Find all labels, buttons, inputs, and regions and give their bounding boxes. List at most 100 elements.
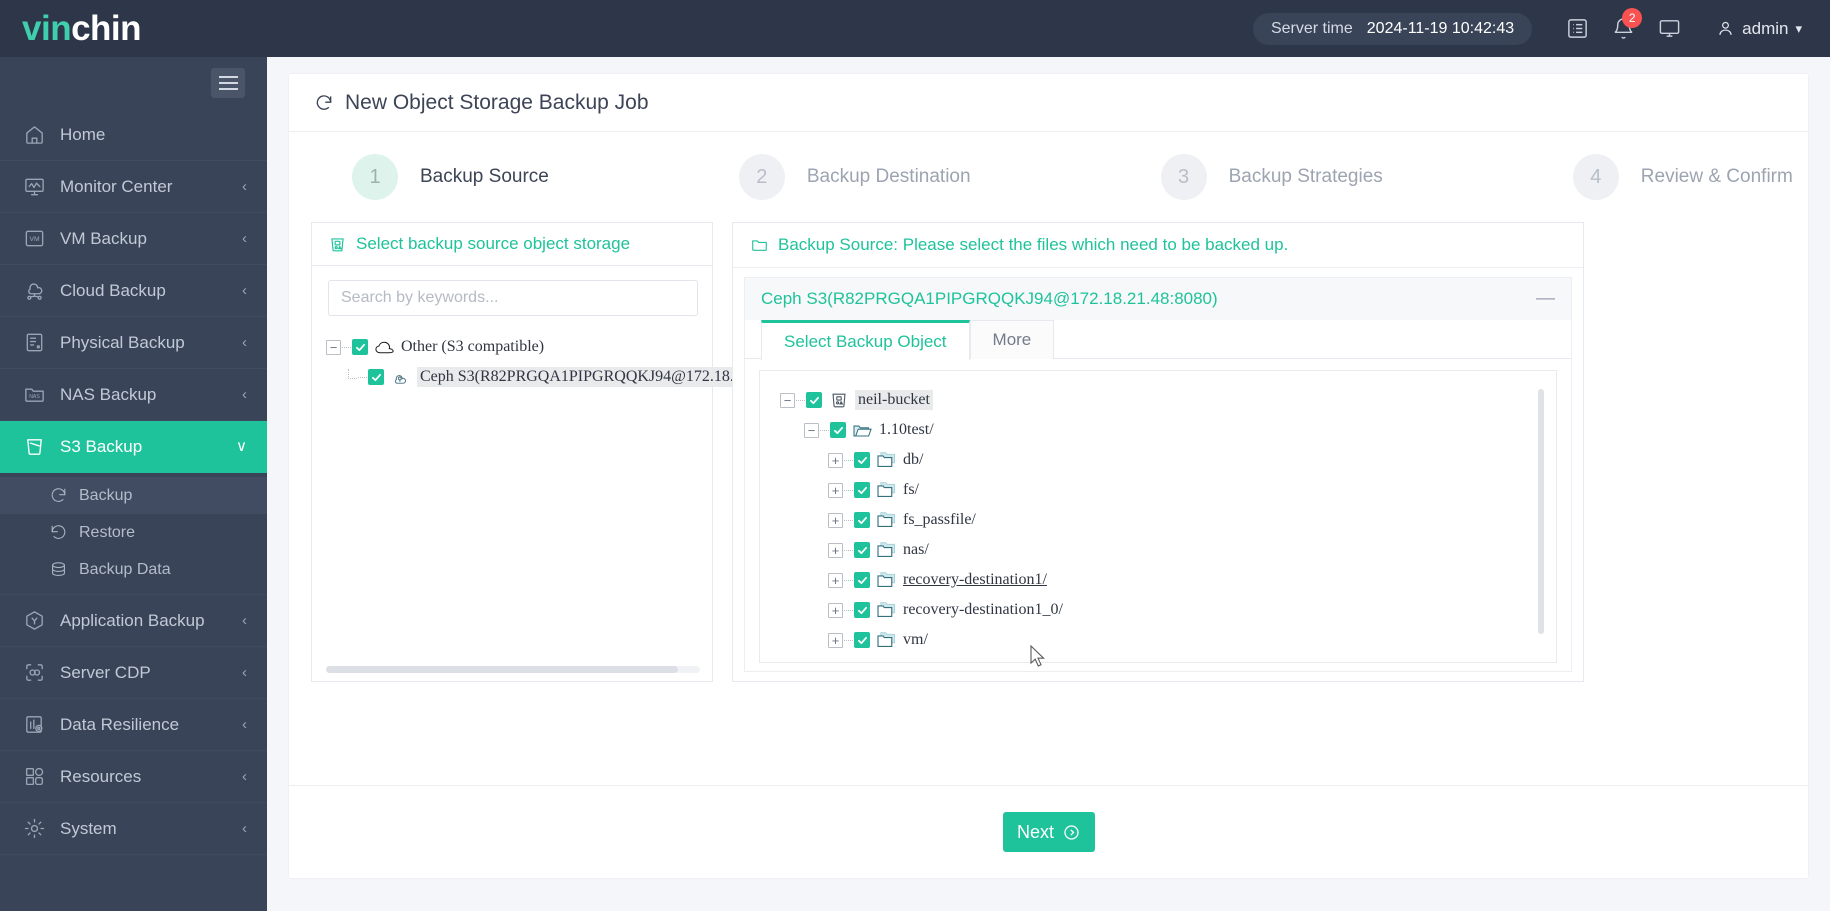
wizard-step-label: Backup Strategies	[1228, 166, 1383, 187]
tree-node[interactable]: + recovery-destination1_0/	[780, 595, 1556, 625]
tree-node-label[interactable]: Other (S3 compatible)	[401, 338, 544, 356]
sidebar-item-nas-backup[interactable]: NAS NAS Backup ‹	[0, 369, 267, 421]
tree-checkbox[interactable]	[854, 512, 870, 528]
tree-node-label[interactable]: fs_passfile/	[903, 511, 976, 529]
sidebar-item-vm-backup[interactable]: VM VM Backup ‹	[0, 213, 267, 265]
wizard-step-3[interactable]: 3 Backup Strategies	[1160, 154, 1383, 200]
sidebar-item-system[interactable]: System ‹	[0, 803, 267, 855]
tree-node-label[interactable]: recovery-destination1/	[903, 571, 1047, 589]
tree-checkbox[interactable]	[806, 392, 822, 408]
tree-checkbox[interactable]	[854, 602, 870, 618]
tree-node-label[interactable]: neil-bucket	[855, 390, 933, 410]
chevron-icon: ‹	[242, 230, 247, 247]
tree-node[interactable]: + vm/	[780, 625, 1556, 655]
sidebar-subitem-restore[interactable]: Restore	[0, 514, 267, 551]
sidebar-item-home[interactable]: Home	[0, 109, 267, 161]
wizard-step-2[interactable]: 2 Backup Destination	[738, 154, 971, 200]
tree-node[interactable]: − neil-bucket	[780, 385, 1556, 415]
collapse-icon[interactable]: —	[1536, 288, 1555, 310]
chevron-icon: ‹	[242, 282, 247, 299]
tree-checkbox[interactable]	[854, 632, 870, 648]
sidebar-item-label: Server CDP	[60, 662, 151, 682]
page-title-row: New Object Storage Backup Job	[289, 74, 1808, 132]
wizard-step-1[interactable]: 1 Backup Source	[352, 154, 549, 200]
tree-node[interactable]: + db/	[780, 445, 1556, 475]
sidebar-item-label: System	[60, 818, 117, 838]
sidebar-item-resources[interactable]: Resources ‹	[0, 751, 267, 803]
tree-checkbox[interactable]	[854, 452, 870, 468]
next-button[interactable]: Next	[1002, 812, 1095, 852]
tree-expander[interactable]: +	[828, 452, 843, 468]
tree-expander[interactable]: +	[828, 482, 843, 498]
tree-expander[interactable]: +	[828, 512, 843, 528]
tree-expander[interactable]: −	[326, 339, 341, 355]
wizard-step-number: 4	[1572, 154, 1619, 200]
tree-connector	[844, 519, 853, 521]
tree-checkbox[interactable]	[854, 482, 870, 498]
user-menu[interactable]: admin ▾	[1716, 19, 1802, 39]
source-storage-panel-title: Select backup source object storage	[356, 234, 631, 253]
app-icon	[22, 609, 46, 633]
search-input[interactable]	[328, 280, 698, 316]
sidebar-subitem-backup[interactable]: Backup	[0, 477, 267, 514]
sidebar-item-monitor-center[interactable]: Monitor Center ‹	[0, 161, 267, 213]
display-monitor-icon[interactable]	[1646, 6, 1692, 52]
cloud-node-icon	[390, 368, 411, 387]
tree-node[interactable]: − Other (S3 compatible)	[326, 332, 712, 362]
tree-connector	[844, 609, 853, 611]
tree-node[interactable]: + fs_passfile/	[780, 505, 1556, 535]
server-time: Server time 2024-11-19 10:42:43	[1252, 12, 1533, 45]
tree-node-label[interactable]: Ceph S3(R82PRGQA1PIPGRQQKJ94@172.18.21.4…	[417, 367, 773, 387]
sidebar-item-application-backup[interactable]: Application Backup ‹	[0, 595, 267, 647]
horizontal-scrollbar[interactable]	[326, 666, 700, 673]
task-list-icon[interactable]	[1554, 6, 1600, 52]
sidebar-item-s3-backup[interactable]: S3 Backup ∨	[0, 421, 267, 473]
sidebar-subitem-label: Backup	[79, 486, 133, 504]
wizard-step-number: 3	[1160, 154, 1207, 200]
tree-expander[interactable]: +	[828, 602, 843, 618]
notification-bell-icon[interactable]: 2	[1600, 6, 1646, 52]
tab-more[interactable]: More	[969, 320, 1055, 359]
gear-icon	[22, 817, 46, 841]
tree-node-label[interactable]: vm/	[903, 631, 928, 649]
folder-icon	[876, 511, 897, 530]
storage-accordion-header[interactable]: Ceph S3(R82PRGQA1PIPGRQQKJ94@172.18.21.4…	[745, 278, 1571, 320]
tree-expander[interactable]: +	[828, 572, 843, 588]
tree-expander[interactable]: +	[828, 632, 843, 648]
tree-checkbox[interactable]	[352, 339, 368, 355]
tree-checkbox[interactable]	[830, 422, 846, 438]
tab-select-backup-object[interactable]: Select Backup Object	[761, 320, 970, 360]
tree-node-label[interactable]: fs/	[903, 481, 919, 499]
tree-checkbox[interactable]	[854, 542, 870, 558]
sidebar-item-physical-backup[interactable]: Physical Backup ‹	[0, 317, 267, 369]
tree-node[interactable]: + nas/	[780, 535, 1556, 565]
tree-checkbox[interactable]	[368, 369, 384, 385]
sidebar-item-data-resilience[interactable]: Data Resilience ‹	[0, 699, 267, 751]
tree-node-label[interactable]: 1.10test/	[879, 421, 934, 439]
sidebar-subitem-label: Backup Data	[79, 560, 171, 578]
tree-node-label[interactable]: recovery-destination1_0/	[903, 601, 1063, 619]
tree-node[interactable]: Ceph S3(R82PRGQA1PIPGRQQKJ94@172.18.21.4…	[326, 362, 773, 392]
folder-icon	[752, 240, 767, 251]
sidebar-item-label: Data Resilience	[60, 714, 180, 734]
folder-open-icon	[852, 421, 873, 440]
tree-node-label[interactable]: db/	[903, 451, 923, 469]
tree-node[interactable]: + recovery-destination1/	[780, 565, 1556, 595]
tree-node[interactable]: + fs/	[780, 475, 1556, 505]
tree-node-label[interactable]: nas/	[903, 541, 929, 559]
wizard-step-4[interactable]: 4 Review & Confirm	[1572, 154, 1793, 200]
hamburger-menu-icon[interactable]	[211, 68, 245, 98]
chevron-icon: ‹	[242, 612, 247, 629]
tree-expander[interactable]: −	[780, 392, 795, 408]
sidebar-subitem-label: Restore	[79, 523, 136, 541]
sidebar-item-server-cdp[interactable]: Server CDP ‹	[0, 647, 267, 699]
tree-expander[interactable]: −	[804, 422, 819, 438]
tree-expander[interactable]: +	[828, 542, 843, 558]
tab-label: Select Backup Object	[784, 331, 947, 351]
tree-node[interactable]: − 1.10test/	[780, 415, 1556, 445]
vertical-scrollbar[interactable]	[1538, 389, 1544, 634]
sidebar-subitem-backup-data[interactable]: Backup Data	[0, 551, 267, 588]
brand-logo[interactable]: vin chin	[0, 0, 267, 57]
sidebar-item-cloud-backup[interactable]: Cloud Backup ‹	[0, 265, 267, 317]
tree-checkbox[interactable]	[854, 572, 870, 588]
